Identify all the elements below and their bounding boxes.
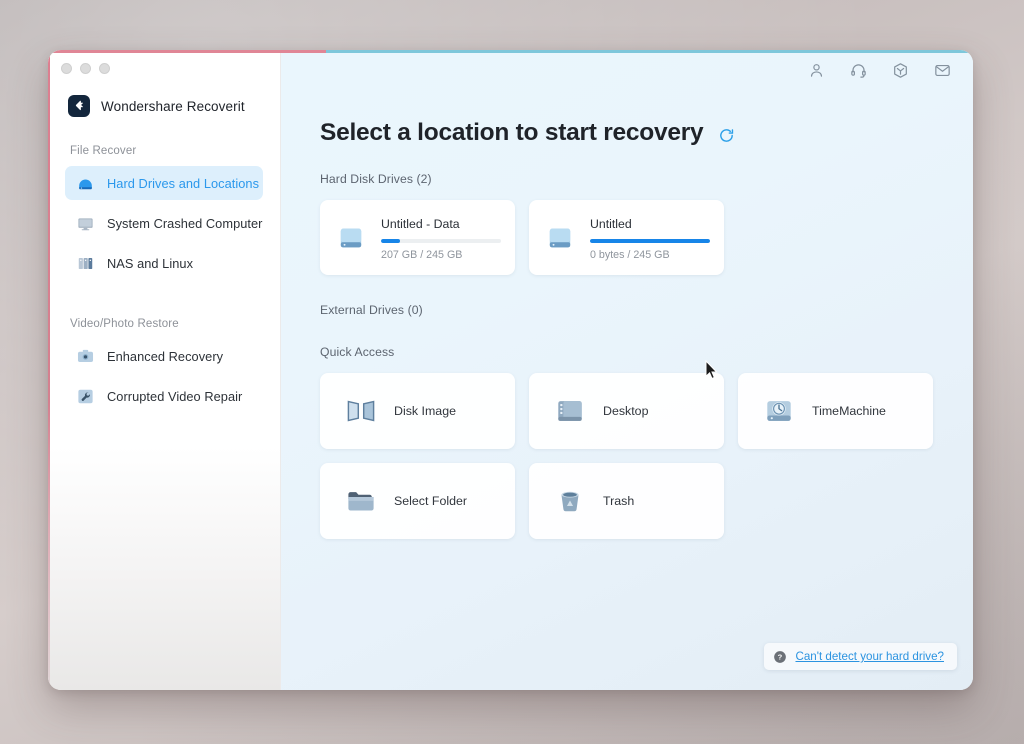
drive-usage-bar bbox=[381, 238, 501, 243]
window-controls bbox=[48, 50, 280, 84]
drive-info: Untitled - Data 207 GB / 245 GB bbox=[381, 215, 501, 261]
close-button[interactable] bbox=[61, 63, 72, 74]
quick-access-label: Disk Image bbox=[394, 404, 456, 418]
trash-icon bbox=[551, 482, 589, 520]
question-mark-icon: ? bbox=[773, 650, 787, 664]
wondershare-logo-icon bbox=[68, 95, 90, 117]
sidebar-item-label: Enhanced Recovery bbox=[107, 348, 224, 364]
sidebar-item-corrupted-video-repair[interactable]: Corrupted Video Repair bbox=[65, 379, 263, 413]
quick-access-label: Select Folder bbox=[394, 494, 468, 508]
quick-access-tile-desktop[interactable]: Desktop bbox=[529, 373, 724, 449]
sidebar-item-hard-drives-and-locations[interactable]: Hard Drives and Locations bbox=[65, 166, 263, 200]
nav-group-label-video-photo-restore: Video/Photo Restore bbox=[70, 318, 179, 330]
hard-disk-drives-section-label: Hard Disk Drives (2) bbox=[320, 172, 432, 186]
hard-drive-icon bbox=[76, 174, 95, 193]
page-title: Select a location to start recovery bbox=[320, 119, 704, 146]
sidebar-item-label: NAS and Linux bbox=[107, 255, 194, 271]
help-bar: ? Can't detect your hard drive? bbox=[764, 643, 957, 670]
nav-group-label-file-recover: File Recover bbox=[70, 145, 137, 157]
quick-access-label: Trash bbox=[603, 494, 635, 508]
quick-access-section-label: Quick Access bbox=[320, 345, 395, 359]
account-icon[interactable] bbox=[806, 60, 826, 80]
monitor-icon bbox=[76, 214, 95, 233]
drive-usage-bar bbox=[590, 238, 710, 243]
main-content: Select a location to start recovery Hard… bbox=[281, 50, 973, 690]
hard-drive-icon bbox=[333, 220, 369, 256]
app-title: Wondershare Recoverit bbox=[101, 98, 245, 114]
svg-text:?: ? bbox=[778, 652, 783, 661]
cant-detect-hard-drive-link[interactable]: Can't detect your hard drive? bbox=[795, 650, 944, 663]
disk-image-icon bbox=[342, 392, 380, 430]
app-window: Wondershare Recoverit File Recover Hard … bbox=[48, 50, 973, 690]
nas-server-icon bbox=[76, 254, 95, 273]
mail-icon[interactable] bbox=[932, 60, 952, 80]
quick-access-tile-timemachine[interactable]: TimeMachine bbox=[738, 373, 933, 449]
drive-card[interactable]: Untitled - Data 207 GB / 245 GB bbox=[320, 200, 515, 275]
drive-info: Untitled 0 bytes / 245 GB bbox=[590, 215, 710, 261]
maximize-button[interactable] bbox=[99, 63, 110, 74]
wrench-icon bbox=[76, 387, 95, 406]
sidebar: Wondershare Recoverit File Recover Hard … bbox=[48, 50, 281, 690]
brand: Wondershare Recoverit bbox=[48, 84, 280, 124]
sidebar-item-label: Corrupted Video Repair bbox=[107, 388, 243, 404]
quick-access-tile-trash[interactable]: Trash bbox=[529, 463, 724, 539]
drive-name: Untitled bbox=[590, 216, 632, 231]
quick-access-tile-disk-image[interactable]: Disk Image bbox=[320, 373, 515, 449]
camera-icon bbox=[76, 347, 95, 366]
external-drives-section-label: External Drives (0) bbox=[320, 303, 423, 317]
drive-name: Untitled - Data bbox=[381, 216, 460, 231]
quick-access-label: TimeMachine bbox=[812, 404, 886, 418]
drive-stats: 0 bytes / 245 GB bbox=[590, 248, 670, 261]
support-headset-icon[interactable] bbox=[848, 60, 868, 80]
folder-icon bbox=[342, 482, 380, 520]
page-title-row: Select a location to start recovery bbox=[281, 90, 973, 147]
hard-drive-icon bbox=[542, 220, 578, 256]
time-machine-icon bbox=[760, 392, 798, 430]
hard-disk-drives-list: Untitled - Data 207 GB / 245 GB Untitled… bbox=[281, 186, 973, 275]
drive-usage-fill bbox=[381, 238, 401, 243]
header-toolbar bbox=[281, 50, 973, 90]
sidebar-item-label: System Crashed Computer bbox=[107, 215, 263, 231]
quick-access-label: Desktop bbox=[603, 404, 649, 418]
drive-usage-fill bbox=[590, 238, 710, 243]
sidebar-item-enhanced-recovery[interactable]: Enhanced Recovery bbox=[65, 339, 263, 373]
quick-access-grid: Disk Image Desktop TimeMachine Select Fo… bbox=[281, 359, 941, 539]
quick-access-tile-select-folder[interactable]: Select Folder bbox=[320, 463, 515, 539]
package-box-icon[interactable] bbox=[890, 60, 910, 80]
refresh-icon[interactable] bbox=[716, 125, 736, 145]
drive-card[interactable]: Untitled 0 bytes / 245 GB bbox=[529, 200, 724, 275]
drive-stats: 207 GB / 245 GB bbox=[381, 248, 463, 261]
sidebar-item-label: Hard Drives and Locations bbox=[107, 175, 260, 191]
sidebar-item-nas-and-linux[interactable]: NAS and Linux bbox=[65, 246, 263, 280]
desktop-folder-icon bbox=[551, 392, 589, 430]
sidebar-item-system-crashed-computer[interactable]: System Crashed Computer bbox=[65, 206, 263, 240]
minimize-button[interactable] bbox=[80, 63, 91, 74]
